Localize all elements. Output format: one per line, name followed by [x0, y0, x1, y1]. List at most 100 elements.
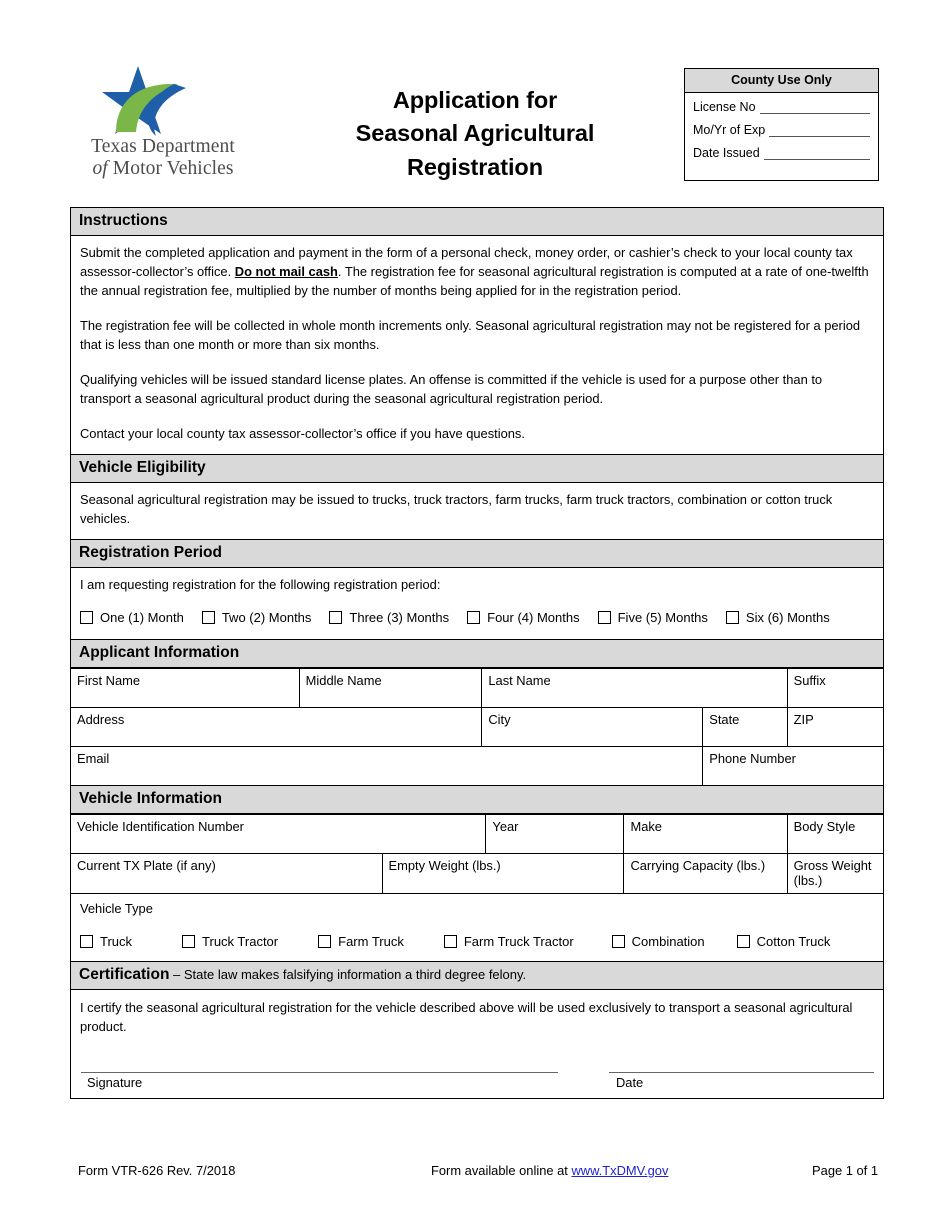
- section-heading-vehicle-information: Vehicle Information: [71, 785, 883, 815]
- section-heading-applicant-information: Applicant Information: [71, 639, 883, 668]
- instructions-paragraph-3: Qualifying vehicles will be issued stand…: [80, 371, 823, 406]
- page-title: Application for Seasonal Agricultural Re…: [300, 84, 650, 184]
- checkbox-box-icon[interactable]: [736, 934, 750, 948]
- signature-label: Signature: [87, 1074, 143, 1090]
- signature-input[interactable]: [81, 1071, 558, 1073]
- field-current-tx-plate[interactable]: Current TX Plate (if any): [71, 853, 383, 893]
- field-label: Email: [77, 750, 110, 766]
- checkbox-three-months[interactable]: Three (3) Months: [329, 608, 449, 627]
- mo-yr-exp-input[interactable]: [769, 125, 870, 137]
- field-email[interactable]: Email: [71, 745, 704, 786]
- field-body-style[interactable]: Body Style: [786, 814, 883, 855]
- section-heading-instructions: Instructions: [71, 208, 883, 236]
- license-no-row: License No: [693, 100, 870, 114]
- table-row: Vehicle Identification Number Year Make …: [71, 814, 883, 855]
- table-row: Address City State ZIP: [71, 706, 883, 747]
- field-suffix[interactable]: Suffix: [786, 667, 883, 708]
- applicant-information-table: First Name Middle Name Last Name Suffix …: [71, 667, 883, 786]
- checkbox-combination[interactable]: Combination: [611, 933, 705, 949]
- checkbox-box-icon[interactable]: [467, 610, 481, 624]
- checkbox-farm-truck-tractor[interactable]: Farm Truck Tractor: [443, 934, 574, 949]
- vehicle-type-label: Vehicle Type: [80, 900, 153, 916]
- checkbox-label: Four (4) Months: [487, 609, 580, 625]
- checkbox-box-icon[interactable]: [597, 610, 611, 624]
- field-address[interactable]: Address: [71, 706, 483, 747]
- field-empty-weight[interactable]: Empty Weight (lbs.): [381, 853, 625, 893]
- checkbox-label: Truck: [100, 933, 133, 949]
- county-use-only-heading: County Use Only: [685, 69, 878, 93]
- logo-line-1: Texas Department: [91, 136, 235, 157]
- license-no-label: License No: [693, 100, 756, 114]
- field-phone-number[interactable]: Phone Number: [702, 745, 883, 786]
- vehicle-type-block: Vehicle Type Truck Truck Tractor Farm Tr…: [71, 892, 883, 961]
- checkbox-label: Combination: [631, 933, 705, 949]
- field-state[interactable]: State: [702, 706, 788, 747]
- instructions-paragraph-1: Submit the completed application and pay…: [80, 244, 874, 301]
- date-issued-input[interactable]: [763, 148, 870, 160]
- instructions-paragraph-2: The registration fee will be collected i…: [80, 317, 861, 352]
- table-row: First Name Middle Name Last Name Suffix: [71, 667, 883, 708]
- date-label: Date: [616, 1074, 644, 1090]
- checkbox-one-month[interactable]: One (1) Month: [80, 608, 184, 627]
- field-label: Empty Weight (lbs.): [388, 858, 501, 874]
- checkbox-farm-truck[interactable]: Farm Truck: [318, 934, 404, 949]
- registration-period-prompt: I am requesting registration for the fol…: [80, 576, 441, 592]
- certification-heading-bold: Certification: [79, 965, 170, 983]
- field-carrying-capacity[interactable]: Carrying Capacity (lbs.): [623, 853, 788, 893]
- field-last-name[interactable]: Last Name: [481, 667, 788, 708]
- form-body: Instructions Submit the completed applic…: [70, 207, 884, 1099]
- checkbox-box-icon[interactable]: [443, 934, 457, 948]
- field-label: City: [488, 711, 511, 727]
- form-id-label: Form VTR-626 Rev. 7/2018: [78, 1163, 236, 1178]
- checkbox-four-months[interactable]: Four (4) Months: [467, 608, 580, 627]
- checkbox-box-icon[interactable]: [80, 934, 93, 948]
- checkbox-box-icon[interactable]: [329, 610, 343, 624]
- checkbox-label: Six (6) Months: [745, 609, 830, 625]
- form-availability: Form available online at www.TxDMV.gov: [431, 1163, 668, 1178]
- field-year[interactable]: Year: [485, 814, 625, 855]
- field-label: Last Name: [488, 672, 551, 688]
- registration-period-options: One (1) Month Two (2) Months Three (3) M…: [80, 608, 874, 627]
- page-header: Texas Department of Motor Vehicles Appli…: [0, 0, 950, 200]
- logo-of: of: [92, 157, 113, 179]
- logo-wordmark: Texas Department of Motor Vehicles: [78, 136, 248, 180]
- logo-motor-vehicles: Motor Vehicles: [112, 157, 234, 179]
- date-input[interactable]: [609, 1071, 874, 1073]
- field-gross-weight[interactable]: Gross Weight (lbs.): [786, 853, 883, 893]
- checkbox-box-icon[interactable]: [201, 610, 215, 624]
- field-first-name[interactable]: First Name: [71, 667, 300, 708]
- field-city[interactable]: City: [481, 706, 704, 747]
- checkbox-cotton-truck[interactable]: Cotton Truck: [736, 934, 830, 949]
- vehicle-eligibility-text: Seasonal agricultural registration may b…: [80, 491, 833, 526]
- checkbox-box-icon[interactable]: [611, 934, 625, 948]
- field-zip[interactable]: ZIP: [786, 706, 883, 747]
- field-label: Address: [77, 711, 125, 727]
- field-label: Carrying Capacity (lbs.): [630, 858, 766, 874]
- checkbox-six-months[interactable]: Six (6) Months: [725, 608, 830, 627]
- txdmv-website-link[interactable]: www.TxDMV.gov: [571, 1163, 668, 1178]
- field-label: Middle Name: [305, 672, 382, 688]
- checkbox-truck-tractor[interactable]: Truck Tractor: [182, 934, 278, 949]
- field-label: Body Style: [793, 819, 856, 835]
- checkbox-box-icon[interactable]: [318, 934, 332, 948]
- field-middle-name[interactable]: Middle Name: [298, 667, 483, 708]
- instructions-body: Submit the completed application and pay…: [71, 236, 883, 455]
- checkbox-two-months[interactable]: Two (2) Months: [201, 608, 311, 627]
- field-label: Suffix: [793, 672, 826, 688]
- vehicle-type-options: Truck Truck Tractor Farm Truck Farm Truc…: [80, 934, 874, 949]
- checkbox-label: One (1) Month: [100, 609, 184, 625]
- checkbox-box-icon[interactable]: [80, 610, 93, 624]
- field-make[interactable]: Make: [623, 814, 788, 855]
- checkbox-box-icon[interactable]: [182, 934, 196, 948]
- txdmv-star-logo: [102, 66, 186, 136]
- registration-period-body: I am requesting registration for the fol…: [71, 568, 883, 640]
- table-row: Email Phone Number: [71, 745, 883, 786]
- checkbox-truck[interactable]: Truck: [80, 934, 132, 949]
- license-no-input[interactable]: [759, 102, 870, 114]
- availability-prefix: Form available online at: [431, 1163, 572, 1178]
- instructions-paragraph-4: Contact your local county tax assessor-c…: [80, 425, 525, 441]
- field-vin[interactable]: Vehicle Identification Number: [71, 814, 487, 855]
- checkbox-five-months[interactable]: Five (5) Months: [597, 608, 708, 627]
- checkbox-box-icon[interactable]: [725, 610, 739, 624]
- date-issued-label: Date Issued: [693, 146, 760, 160]
